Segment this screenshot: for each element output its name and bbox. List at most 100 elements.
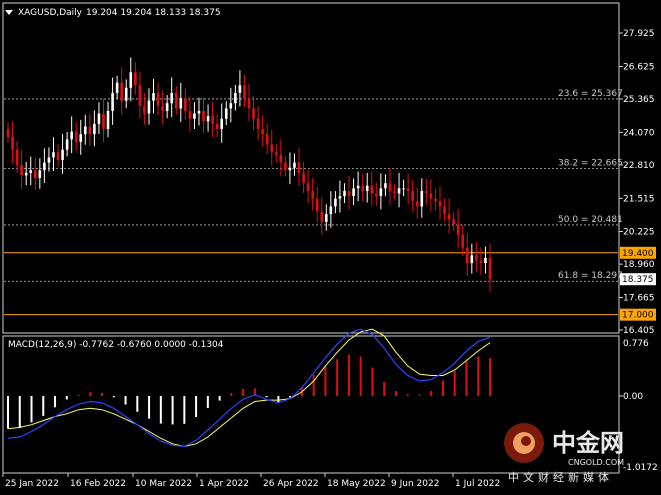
- candle-body: [297, 162, 301, 173]
- candle-body: [79, 134, 83, 142]
- time-tick-label: 1 Apr 2022: [199, 479, 249, 489]
- price-tick-label: 24.070: [623, 128, 655, 138]
- macd-histogram-bar: [441, 380, 444, 396]
- candle-body: [193, 113, 196, 119]
- candle-body: [338, 196, 342, 199]
- macd-histogram-bar: [124, 396, 127, 405]
- candle-body: [11, 136, 14, 150]
- macd-histogram-bar: [242, 388, 245, 396]
- candle-body: [470, 255, 474, 264]
- macd-histogram-bar: [54, 396, 57, 408]
- candle-body: [475, 255, 478, 261]
- candle-body: [88, 126, 92, 135]
- macd-histogram-bar: [477, 356, 480, 396]
- time-tick-label: 9 Jun 2022: [391, 479, 439, 489]
- time-tick-label: 1 Jul 2022: [455, 479, 500, 489]
- price-tick-label: 20.225: [623, 228, 655, 238]
- candle-body: [15, 149, 19, 166]
- time-tick-label: 25 Jan 2022: [5, 479, 59, 489]
- candle-body: [188, 110, 192, 119]
- candle-body: [288, 167, 292, 171]
- candle-body: [347, 190, 351, 197]
- macd-histogram-bar: [347, 354, 350, 396]
- candle-body: [447, 214, 451, 220]
- macd-histogram-bar: [406, 394, 409, 396]
- candle-body: [138, 85, 142, 106]
- candle-body: [161, 105, 164, 111]
- macd-histogram-bar: [101, 392, 104, 396]
- candle-body: [29, 170, 33, 173]
- candle-body: [65, 139, 69, 150]
- time-tick-label: 18 May 2022: [327, 479, 386, 489]
- macd-histogram-bar: [206, 396, 209, 408]
- price-tick-label: 16.405: [623, 326, 655, 336]
- candle-body: [206, 116, 210, 122]
- candle-body: [129, 72, 133, 88]
- candle-body: [224, 108, 228, 119]
- macd-histogram-bar: [230, 393, 233, 396]
- candle-body: [229, 103, 233, 109]
- candle-body: [384, 183, 387, 189]
- time-tick-label: 10 Mar 2022: [135, 479, 192, 489]
- candle-body: [406, 188, 410, 191]
- candle-body: [56, 152, 60, 160]
- watermark-site: CNGOLD.COM: [568, 458, 624, 467]
- candle-body: [234, 92, 237, 104]
- macd-histogram-bar: [218, 396, 221, 401]
- candle-body: [479, 260, 483, 264]
- price-tick-label: 27.925: [623, 29, 655, 39]
- price-tick-label: 17.665: [623, 294, 655, 304]
- chart-canvas: 23.6 = 25.367 38.2 = 22.665 50.0 = 20.481 6…: [0, 0, 661, 495]
- candle-body: [74, 131, 78, 142]
- fibonacci-label: 50.0 = 20.481: [558, 215, 623, 225]
- macd-histogram-bar: [453, 371, 456, 396]
- candle-body: [84, 126, 87, 135]
- fibonacci-label: 61.8 = 18.297: [558, 271, 623, 281]
- macd-axis-top: 0.776: [623, 339, 649, 349]
- candle-body: [38, 170, 42, 179]
- candle-body: [388, 183, 392, 191]
- candle-body: [247, 98, 251, 109]
- macd-histogram-bar: [159, 396, 162, 424]
- candle-body: [243, 85, 246, 99]
- candle-body: [274, 152, 278, 155]
- candle-body: [320, 211, 324, 222]
- candle-body: [361, 185, 364, 191]
- candle-body: [184, 98, 187, 111]
- fibonacci-label: 23.6 = 25.367: [558, 89, 623, 99]
- macd-histogram-bar: [359, 356, 362, 396]
- candle-body: [261, 129, 264, 135]
- candle-body: [370, 185, 374, 194]
- watermark-slogan: 中文财经新媒体: [508, 470, 613, 484]
- candle-body: [315, 198, 319, 212]
- fibonacci-label: 38.2 = 22.665: [558, 159, 623, 169]
- macd-histogram-bar: [112, 396, 115, 398]
- candle-body: [425, 190, 428, 194]
- price-tick-label: 21.515: [623, 194, 655, 204]
- candle-body: [411, 190, 414, 202]
- candle-body: [420, 190, 424, 207]
- candle-body: [211, 116, 214, 124]
- candle-body: [484, 257, 487, 264]
- symbol-label: XAGUSD,Daily: [18, 8, 83, 18]
- ohlc-readout: 19.204 19.204 18.133 18.375: [86, 8, 221, 18]
- candle-body: [488, 257, 492, 280]
- candle-body: [375, 193, 378, 197]
- candle-body: [461, 234, 465, 248]
- candle-body: [279, 154, 283, 163]
- macd-histogram-bar: [89, 392, 92, 396]
- macd-histogram-bar: [430, 391, 433, 396]
- price-tick-label: 18.960: [623, 260, 655, 270]
- candle-body: [134, 72, 137, 86]
- candle-body: [356, 185, 360, 189]
- candle-body: [202, 110, 205, 122]
- candle-body: [170, 92, 173, 104]
- price-tag-label: 19.400: [622, 249, 654, 259]
- candle-body: [47, 157, 51, 163]
- candle-body: [97, 113, 101, 124]
- price-tick-label: 22.810: [623, 161, 655, 171]
- candle-body: [402, 188, 405, 190]
- candle-body: [70, 131, 73, 140]
- candle-body: [434, 198, 437, 202]
- candle-body: [106, 110, 110, 130]
